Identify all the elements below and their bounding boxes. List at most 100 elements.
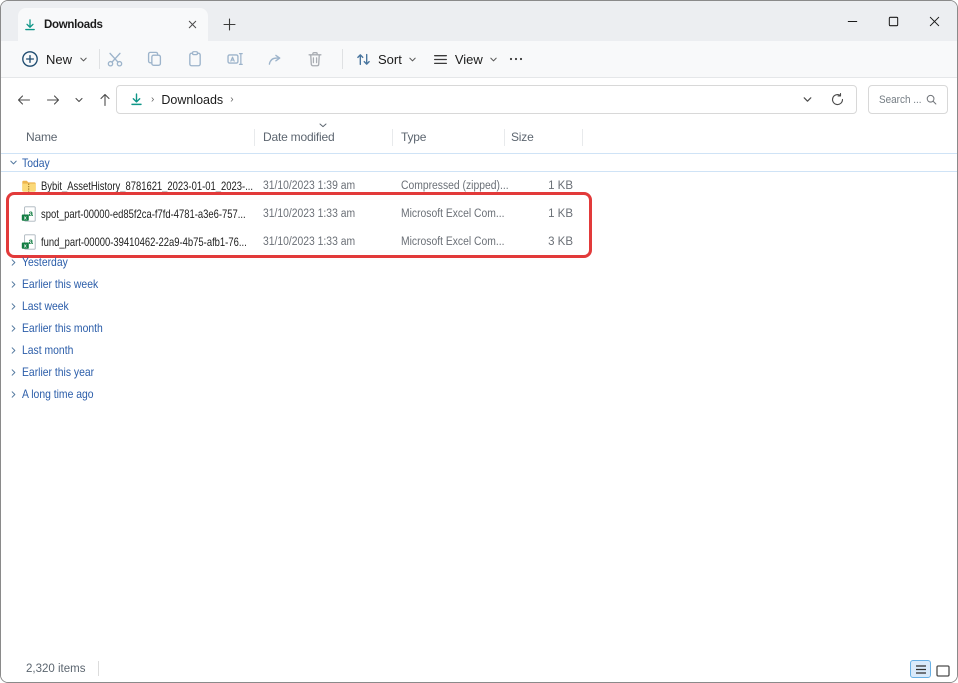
address-dropdown-icon[interactable] xyxy=(802,94,813,105)
chevron-down-icon xyxy=(408,55,417,64)
group-header-earlier-this-year[interactable]: Earlier this year xyxy=(1,361,957,383)
trash-icon xyxy=(306,50,324,68)
breadcrumb-chevron-icon: › xyxy=(151,94,154,105)
rename-icon xyxy=(226,50,244,68)
tab-close-icon[interactable] xyxy=(187,19,198,30)
chevron-right-icon[interactable] xyxy=(9,324,18,333)
column-divider[interactable] xyxy=(254,129,255,146)
status-bar: 2,320 items xyxy=(1,656,957,682)
group-label[interactable]: Today xyxy=(22,156,50,170)
paste-icon xyxy=(186,50,204,68)
chevron-down-icon xyxy=(79,55,88,64)
sort-button[interactable]: Sort xyxy=(355,51,417,68)
chevron-right-icon[interactable] xyxy=(9,346,18,355)
file-type: Microsoft Excel Com... xyxy=(401,208,505,220)
file-date-modified: 31/10/2023 1:39 am xyxy=(263,180,355,192)
sort-icon xyxy=(355,51,372,68)
view-icon xyxy=(432,51,449,68)
group-header-today[interactable]: Today xyxy=(1,153,957,172)
details-view-toggle[interactable] xyxy=(910,660,931,678)
copy-button[interactable] xyxy=(135,42,175,76)
sort-button-label: Sort xyxy=(378,52,402,67)
cut-icon xyxy=(106,50,124,68)
ellipsis-icon xyxy=(508,51,524,67)
column-divider[interactable] xyxy=(504,129,505,146)
status-divider xyxy=(98,661,99,676)
column-divider[interactable] xyxy=(582,129,583,146)
view-button[interactable]: View xyxy=(432,51,498,68)
plus-icon xyxy=(223,18,236,31)
address-bar[interactable]: › Downloads › xyxy=(116,85,857,114)
back-button[interactable] xyxy=(13,92,35,108)
details-view-icon xyxy=(915,664,927,675)
maximize-button[interactable] xyxy=(873,1,914,41)
group-label[interactable]: Yesterday xyxy=(22,255,68,269)
file-size: 1 KB xyxy=(501,208,573,220)
group-header-last-month[interactable]: Last month xyxy=(1,339,957,361)
minimize-button[interactable] xyxy=(832,1,873,41)
search-box[interactable]: Search ... xyxy=(868,85,948,114)
new-button[interactable]: New xyxy=(21,50,88,68)
chevron-right-icon[interactable] xyxy=(9,302,18,311)
column-divider[interactable] xyxy=(392,129,393,146)
group-label[interactable]: Earlier this month xyxy=(22,321,103,335)
large-icons-view-icon xyxy=(936,665,950,677)
column-header-row: Name Date modified Type Size xyxy=(1,121,957,153)
file-name[interactable]: spot_part-00000-ed85f2ca-f7fd-4781-a3e6-… xyxy=(41,207,246,221)
large-icons-view-toggle[interactable] xyxy=(935,663,951,678)
chevron-right-icon[interactable] xyxy=(9,258,18,267)
group-label[interactable]: Last week xyxy=(22,299,69,313)
column-header-type[interactable]: Type xyxy=(401,130,426,144)
refresh-icon[interactable] xyxy=(830,92,845,107)
file-list: Today Bybit_AssetHistory_8781621_2023-01… xyxy=(1,153,957,656)
file-name[interactable]: fund_part-00000-39410462-22a9-4b75-afb1-… xyxy=(41,235,247,249)
group-label[interactable]: Last month xyxy=(22,343,73,357)
breadcrumb-chevron-icon[interactable]: › xyxy=(230,94,233,105)
cut-button[interactable] xyxy=(95,42,135,76)
group-header-earlier-this-week[interactable]: Earlier this week xyxy=(1,273,957,295)
group-label[interactable]: Earlier this year xyxy=(22,365,94,379)
svg-text:x: x xyxy=(24,244,27,250)
share-button[interactable] xyxy=(255,42,295,76)
window-controls xyxy=(832,1,955,41)
rename-button[interactable] xyxy=(215,42,255,76)
close-button[interactable] xyxy=(914,1,955,41)
paste-button[interactable] xyxy=(175,42,215,76)
file-date-modified: 31/10/2023 1:33 am xyxy=(263,208,355,220)
group-label[interactable]: A long time ago xyxy=(22,387,94,401)
recent-locations-button[interactable] xyxy=(70,95,88,105)
group-label[interactable]: Earlier this week xyxy=(22,277,98,291)
chevron-right-icon[interactable] xyxy=(9,280,18,289)
svg-text:x: x xyxy=(24,216,27,222)
group-header-earlier-this-month[interactable]: Earlier this month xyxy=(1,317,957,339)
file-type: Compressed (zipped)... xyxy=(401,180,509,192)
tab-downloads[interactable]: Downloads xyxy=(18,8,208,41)
file-name[interactable]: Bybit_AssetHistory_8781621_2023-01-01_20… xyxy=(41,179,253,193)
delete-button[interactable] xyxy=(295,42,335,76)
group-header-last-week[interactable]: Last week xyxy=(1,295,957,317)
more-options-button[interactable] xyxy=(500,42,532,76)
up-button[interactable] xyxy=(94,92,116,108)
forward-button[interactable] xyxy=(42,92,64,108)
column-header-name[interactable]: Name xyxy=(26,130,57,144)
collapsed-groups: Yesterday Earlier this week Last week Ea… xyxy=(1,251,957,405)
column-header-date-modified[interactable]: Date modified xyxy=(263,130,334,144)
chevron-right-icon[interactable] xyxy=(9,390,18,399)
chevron-down-icon[interactable] xyxy=(9,158,18,167)
column-header-size[interactable]: Size xyxy=(511,130,534,144)
toolbar-divider xyxy=(342,49,343,69)
svg-text:a: a xyxy=(28,237,33,246)
breadcrumb-downloads[interactable]: Downloads xyxy=(161,93,223,107)
copy-icon xyxy=(146,50,164,68)
file-explorer-window: Downloads New xyxy=(0,0,958,683)
file-size: 3 KB xyxy=(501,236,573,248)
titlebar: Downloads xyxy=(1,1,957,41)
group-header-yesterday[interactable]: Yesterday xyxy=(1,251,957,273)
new-tab-button[interactable] xyxy=(216,11,242,37)
file-row-zip[interactable]: Bybit_AssetHistory_8781621_2023-01-01_20… xyxy=(1,172,957,200)
file-type: Microsoft Excel Com... xyxy=(401,236,505,248)
navigation-bar: › Downloads › Search ... xyxy=(1,78,957,121)
file-row-spot-csv[interactable]: a x spot_part-00000-ed85f2ca-f7fd-4781-a… xyxy=(1,200,957,228)
chevron-right-icon[interactable] xyxy=(9,368,18,377)
group-header-a-long-time-ago[interactable]: A long time ago xyxy=(1,383,957,405)
